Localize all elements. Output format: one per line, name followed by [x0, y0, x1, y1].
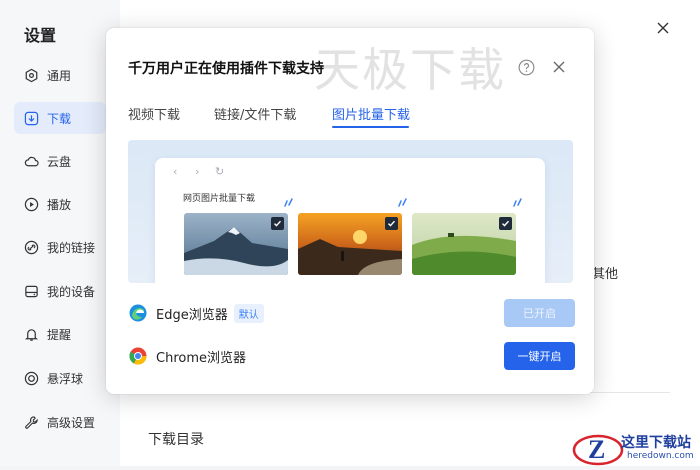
- edge-enabled-button[interactable]: 已开启: [504, 299, 575, 327]
- sidebar-item-cloud[interactable]: 云盘: [14, 145, 106, 177]
- general-icon: [25, 68, 38, 82]
- sidebar-item-general[interactable]: 通用: [14, 59, 106, 91]
- sidebar-item-label: 高级设置: [47, 415, 96, 430]
- preview-caption: 网页图片批量下载: [183, 194, 256, 204]
- checkbox-icon: [499, 217, 512, 230]
- sidebar-item-float-ball[interactable]: 悬浮球: [14, 362, 106, 394]
- feature-preview: ‹ › ↻ 网页图片批量下载: [128, 140, 573, 283]
- play-icon: [24, 197, 39, 211]
- sidebar-item-advanced[interactable]: 高级设置: [14, 406, 106, 438]
- sidebar-item-my-devices[interactable]: 我的设备: [14, 275, 106, 307]
- settings-option-other: 其他: [592, 267, 619, 282]
- checkbox-icon: [271, 217, 284, 230]
- watermark-text: 天极下载: [314, 43, 506, 97]
- sidebar-item-download[interactable]: 下载: [14, 102, 106, 134]
- svg-text:Z: Z: [588, 435, 605, 464]
- link-icon: [24, 240, 39, 254]
- sparkle-icon: [284, 198, 293, 207]
- preview-thumbnail-mountain: [184, 213, 288, 275]
- browser-name: Edge浏览器: [156, 307, 228, 323]
- sidebar-item-label: 提醒: [47, 327, 72, 342]
- settings-sidebar: 设置 通用 下载 云盘 播放 我的链接 我的设备 提醒 悬浮球 高级设置: [0, 0, 120, 466]
- preview-thumbnail-sunset: [298, 213, 402, 275]
- active-tab-indicator: [332, 126, 409, 128]
- browser-name: Chrome浏览器: [156, 350, 246, 366]
- sidebar-item-my-links[interactable]: 我的链接: [14, 231, 106, 263]
- sidebar-item-label: 悬浮球: [47, 371, 84, 386]
- tab-link-file-download[interactable]: 链接/文件下载: [214, 104, 296, 123]
- preview-browser-frame: ‹ › ↻ 网页图片批量下载: [155, 158, 545, 283]
- help-icon[interactable]: [518, 59, 535, 76]
- tab-image-batch-download[interactable]: 图片批量下载: [332, 104, 410, 123]
- refresh-icon: ↻: [215, 165, 225, 178]
- back-icon: ‹: [173, 165, 178, 178]
- sidebar-item-label: 我的设备: [47, 284, 96, 299]
- dialog-title: 千万用户正在使用插件下载支持: [128, 61, 324, 77]
- sparkle-icon: [398, 198, 407, 207]
- site-url: heredown.com: [627, 451, 694, 461]
- download-icon: [24, 111, 39, 125]
- cloud-icon: [24, 156, 39, 166]
- wrench-icon: [25, 415, 38, 429]
- sparkle-icon: [513, 198, 522, 207]
- device-icon: [25, 285, 38, 297]
- settings-title: 设置: [24, 26, 57, 45]
- sidebar-item-label: 播放: [47, 197, 72, 212]
- plugin-download-dialog: 天极下载 千万用户正在使用插件下载支持 视频下载 链接/文件下载 图片批量下载 …: [106, 28, 594, 394]
- forward-icon: ›: [195, 165, 200, 178]
- edge-icon: [129, 304, 147, 322]
- sidebar-item-label: 我的链接: [47, 240, 96, 255]
- settings-close-icon[interactable]: [655, 20, 671, 36]
- bell-icon: [24, 328, 39, 341]
- chrome-enable-button[interactable]: 一键开启: [504, 342, 575, 370]
- tab-video-download[interactable]: 视频下载: [128, 104, 180, 123]
- close-icon[interactable]: [552, 60, 566, 74]
- preview-thumbnail-hills: [412, 213, 516, 275]
- sidebar-item-reminder[interactable]: 提醒: [14, 318, 106, 350]
- sidebar-item-label: 下载: [47, 111, 72, 126]
- sidebar-item-play[interactable]: 播放: [14, 188, 106, 220]
- checkbox-icon: [385, 217, 398, 230]
- chrome-icon: [129, 347, 147, 365]
- download-directory-label: 下载目录: [148, 432, 204, 448]
- sidebar-item-label: 通用: [47, 68, 72, 83]
- default-badge: 默认: [233, 303, 264, 323]
- site-name: 这里下载站: [621, 435, 691, 451]
- float-ball-icon: [24, 371, 39, 385]
- sidebar-item-label: 云盘: [47, 154, 72, 169]
